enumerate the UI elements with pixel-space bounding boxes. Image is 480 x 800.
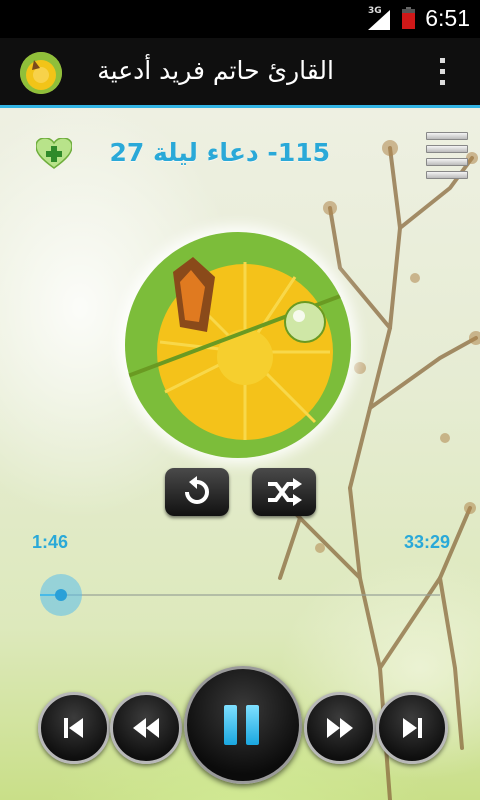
fast-forward-icon <box>327 718 353 738</box>
skip-next-icon <box>403 718 422 738</box>
rewind-button[interactable] <box>110 692 182 764</box>
elapsed-time: 1:46 <box>32 532 69 552</box>
repeat-button[interactable] <box>165 468 229 516</box>
player-screen: 115- دعاء ليلة 27 1:46 33:29 <box>0 108 480 800</box>
rewind-icon <box>133 718 159 738</box>
track-title: 115- دعاء ليلة 27 <box>109 138 330 167</box>
playlist-button[interactable] <box>426 132 468 180</box>
overflow-menu-icon[interactable] <box>436 58 448 90</box>
repeat-icon <box>185 476 209 504</box>
heart-plus-icon[interactable] <box>36 138 72 170</box>
action-bar: القارئ حاتم فريد أدعية <box>0 38 480 108</box>
album-art <box>125 232 351 458</box>
seekbar[interactable] <box>40 574 440 616</box>
skip-next-button[interactable] <box>376 692 448 764</box>
signal-icon <box>368 10 390 30</box>
battery-icon <box>402 7 415 29</box>
list-icon <box>426 132 468 140</box>
seekbar-thumb[interactable] <box>40 574 83 616</box>
app-title: القارئ حاتم فريد أدعية <box>97 56 334 85</box>
flower-icon <box>20 52 62 94</box>
status-bar: 3G 6:51 <box>0 0 480 38</box>
status-clock: 6:51 <box>425 5 470 31</box>
shuffle-button[interactable] <box>252 468 316 516</box>
skip-previous-icon <box>64 718 83 738</box>
shuffle-icon <box>268 478 302 506</box>
total-time: 33:29 <box>403 532 450 552</box>
skip-previous-button[interactable] <box>38 692 110 764</box>
album-art-image <box>125 232 351 458</box>
pause-button[interactable] <box>184 666 302 784</box>
fast-forward-button[interactable] <box>304 692 376 764</box>
app-logo[interactable] <box>20 52 62 94</box>
pause-icon <box>224 705 237 745</box>
